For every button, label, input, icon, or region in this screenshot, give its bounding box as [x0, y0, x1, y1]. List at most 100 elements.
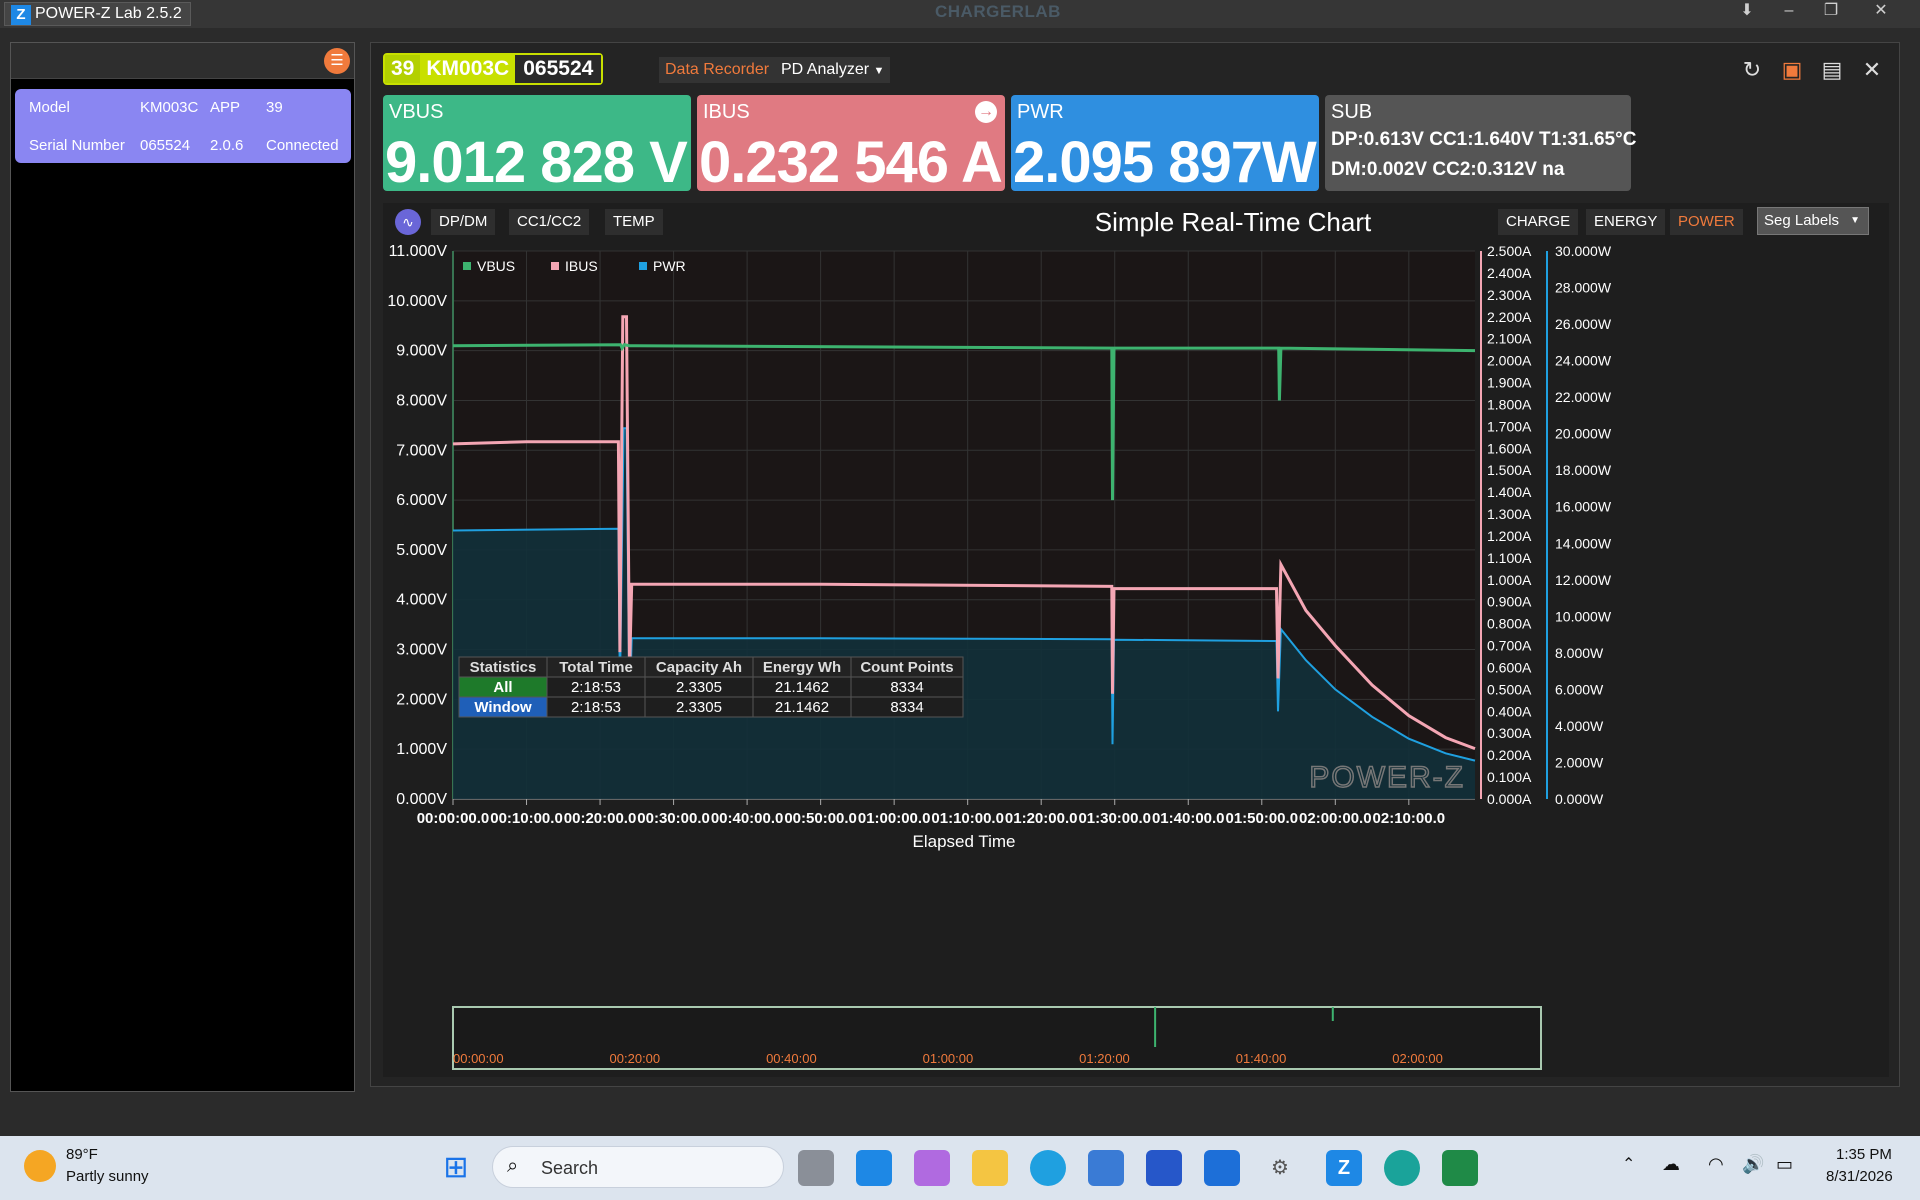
- powerz-watermark: POWER-Z: [1309, 761, 1465, 794]
- task-view-icon[interactable]: [798, 1150, 834, 1186]
- overview-tick: 01:00:00: [923, 1051, 974, 1066]
- ibus-meter: IBUS → 0.232 546 A: [697, 95, 1005, 195]
- right-axis-tick: 10.000W: [1555, 608, 1612, 624]
- left-axis-tick: 5.000V: [396, 542, 447, 559]
- mid-axis-tick: 2.300A: [1487, 287, 1532, 303]
- overview-tick: 01:20:00: [1079, 1051, 1130, 1066]
- tab-power[interactable]: POWER: [1670, 209, 1743, 235]
- stats-value: 8334: [890, 699, 923, 716]
- left-axis-tick: 7.000V: [396, 442, 447, 459]
- overview-svg: 00:00:00 00:20:00 00:40:00 01:00:00 01:20:00…: [452, 1006, 1542, 1070]
- onedrive-icon[interactable]: ☁: [1662, 1154, 1680, 1175]
- app-title-tab[interactable]: Z POWER-Z Lab 2.5.2: [4, 2, 191, 26]
- copilot-icon[interactable]: [914, 1150, 950, 1186]
- excel-icon[interactable]: [1442, 1150, 1478, 1186]
- chevron-up-icon[interactable]: ⌃: [1622, 1154, 1635, 1174]
- mid-axis-tick: 1.500A: [1487, 462, 1532, 478]
- mid-axis-tick: 2.500A: [1487, 243, 1532, 259]
- main-panel: 39 KM003C 065524 Data Recorder PD Analyz…: [370, 42, 1900, 1087]
- left-axis-tick: 3.000V: [396, 642, 447, 659]
- mid-axis-tick: 0.400A: [1487, 703, 1532, 719]
- settings-gear-icon[interactable]: ⚙: [1262, 1150, 1298, 1186]
- right-axis-tick: 0.000W: [1555, 791, 1604, 807]
- x-axis-tick: 00:10:00.0: [490, 810, 563, 827]
- legend-label: VBUS: [477, 258, 515, 274]
- tab-cc1-cc2[interactable]: CC1/CC2: [509, 209, 590, 235]
- right-axis-tick: 14.000W: [1555, 535, 1612, 551]
- device-card[interactable]: Model KM003C APP 39 Serial Number 065524…: [15, 89, 351, 163]
- refresh-icon[interactable]: ↻: [1737, 55, 1767, 85]
- restore-button[interactable]: ❐: [1811, 0, 1851, 24]
- weather-temp: 89°F: [66, 1146, 98, 1163]
- tab-pd-analyzer-label: PD Analyzer: [781, 61, 870, 78]
- tab-energy[interactable]: ENERGY: [1586, 209, 1666, 235]
- stats-header: Energy Wh: [763, 659, 841, 676]
- edge-browser-icon[interactable]: [1030, 1150, 1066, 1186]
- overview-tick: 01:40:00: [1236, 1051, 1287, 1066]
- right-axis-tick: 24.000W: [1555, 353, 1612, 369]
- app-logo-icon: Z: [11, 5, 31, 25]
- outlook-icon[interactable]: [1204, 1150, 1240, 1186]
- seg-labels-select[interactable]: Seg Labels ▼: [1757, 207, 1869, 235]
- real-time-chart[interactable]: 0.000V 1.000V 2.000V 3.000V 4.000V 5.000V 6.00…: [383, 239, 1889, 1003]
- x-axis-tick: 01:30:00.0: [1078, 810, 1151, 827]
- file-explorer-icon[interactable]: [972, 1150, 1008, 1186]
- taskbar: 89°F Partly sunny ⊞ ⌕ Search ⚙ Z ⌃ ☁ ◠ 🔊…: [0, 1136, 1920, 1200]
- vbus-label: VBUS: [389, 101, 444, 123]
- wifi-icon[interactable]: ◠: [1708, 1154, 1724, 1175]
- x-axis-tick: 00:40:00.0: [711, 810, 784, 827]
- x-axis-tick: 02:10:00.0: [1373, 810, 1446, 827]
- tab-dp-dm[interactable]: DP/DM: [431, 209, 496, 235]
- image-icon[interactable]: ▣: [1777, 55, 1807, 85]
- right-axis-tick: 28.000W: [1555, 280, 1612, 296]
- close-panel-icon[interactable]: ✕: [1857, 55, 1887, 85]
- tab-temp[interactable]: TEMP: [605, 209, 663, 235]
- app-icon-teal[interactable]: [1384, 1150, 1420, 1186]
- battery-icon[interactable]: ▭: [1776, 1154, 1793, 1175]
- app-title-text: POWER-Z Lab 2.5.2: [35, 5, 182, 22]
- chevron-down-icon: ▼: [1850, 215, 1860, 226]
- weather-desc: Partly sunny: [66, 1168, 149, 1185]
- clock-date[interactable]: 8/31/2026: [1826, 1168, 1893, 1185]
- tab-pd-analyzer[interactable]: PD Analyzer ▼: [775, 57, 891, 83]
- mid-axis-tick: 0.600A: [1487, 659, 1532, 675]
- connection-status: Connected: [266, 137, 339, 154]
- stats-header: Count Points: [860, 659, 953, 676]
- start-windows-icon[interactable]: ⊞: [438, 1150, 474, 1186]
- right-axis-tick: 18.000W: [1555, 462, 1612, 478]
- tab-charge[interactable]: CHARGE: [1498, 209, 1579, 235]
- legend-swatch: [639, 262, 647, 270]
- right-axis-tick: 20.000W: [1555, 426, 1612, 442]
- vbus-value: 9.012 828 V: [385, 130, 688, 195]
- mid-axis-tick: 2.000A: [1487, 353, 1532, 369]
- right-axis-tick: 2.000W: [1555, 754, 1604, 770]
- dropdown-menu-icon[interactable]: ⬇: [1727, 0, 1767, 24]
- weather-icon[interactable]: [24, 1150, 56, 1182]
- chart-type-icon[interactable]: ∿: [395, 209, 421, 235]
- tab-data-recorder[interactable]: Data Recorder: [659, 57, 776, 83]
- volume-icon[interactable]: 🔊: [1742, 1154, 1764, 1175]
- search-box[interactable]: ⌕ Search: [492, 1146, 784, 1188]
- right-axis-tick: 16.000W: [1555, 499, 1612, 515]
- store-preview-icon[interactable]: [856, 1150, 892, 1186]
- minimize-button[interactable]: –: [1769, 0, 1809, 24]
- mid-axis-tick: 2.200A: [1487, 309, 1532, 325]
- app-version: 39: [266, 99, 283, 116]
- close-window-button[interactable]: ✕: [1861, 0, 1901, 24]
- clock-time[interactable]: 1:35 PM: [1836, 1146, 1892, 1163]
- power-z-app-icon[interactable]: Z: [1326, 1150, 1362, 1186]
- overview-navigator[interactable]: 00:00:00 00:20:00 00:40:00 01:00:00 01:20:00…: [383, 1003, 1889, 1077]
- left-axis-tick: 10.000V: [387, 293, 447, 310]
- vbus-meter: VBUS 9.012 828 V: [383, 95, 691, 195]
- left-axis-tick: 9.000V: [396, 343, 447, 360]
- brand-logo: CHARGERLAB: [935, 2, 1061, 21]
- table-icon[interactable]: ☰: [324, 48, 350, 74]
- seg-labels-value: Seg Labels: [1764, 212, 1840, 229]
- model-label: Model: [29, 99, 70, 116]
- mail-app-icon[interactable]: [1146, 1150, 1182, 1186]
- window-layout-icon[interactable]: ▤: [1817, 55, 1847, 85]
- microsoft-store-icon[interactable]: [1088, 1150, 1124, 1186]
- arrow-right-icon[interactable]: →: [975, 101, 997, 123]
- left-axis-tick: 1.000V: [396, 741, 447, 758]
- device-tag-number: 39: [385, 55, 421, 83]
